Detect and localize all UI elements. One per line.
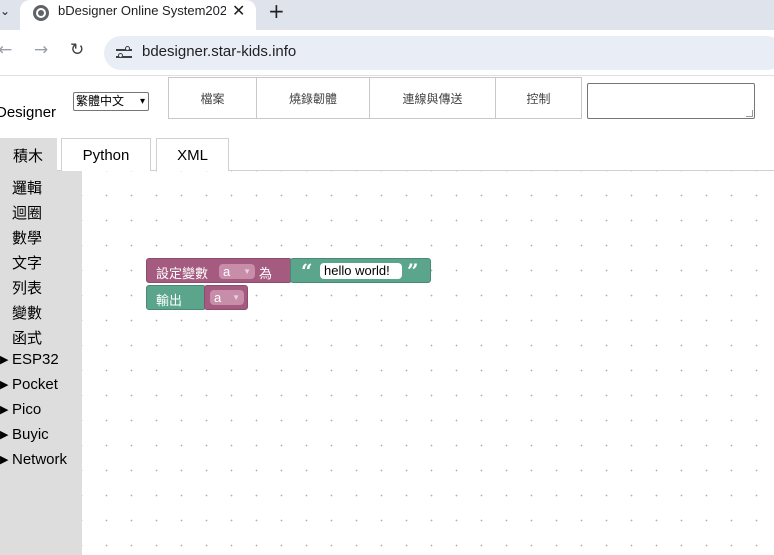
- category-math[interactable]: 數學: [12, 227, 42, 248]
- category-esp32[interactable]: ESP32: [12, 351, 59, 368]
- category-pocket[interactable]: Pocket: [12, 376, 58, 393]
- variable-name: a: [214, 290, 222, 305]
- category-lists[interactable]: 列表: [12, 277, 42, 298]
- category-buyic[interactable]: Buyic: [12, 426, 49, 443]
- tab-xml[interactable]: XML: [156, 138, 229, 171]
- tab-blocks[interactable]: 積木: [0, 138, 57, 171]
- tab-search-icon[interactable]: ⌄: [0, 0, 14, 24]
- forward-arrow-icon[interactable]: →: [34, 40, 48, 60]
- language-select[interactable]: 繁體中文 ▾: [73, 92, 149, 111]
- view-tabs: 積木 Python XML: [0, 138, 774, 171]
- reload-icon[interactable]: ↻: [70, 40, 84, 60]
- dropdown-arrow-icon: ▼: [243, 267, 251, 276]
- expand-arrow-icon[interactable]: ▶: [0, 403, 8, 416]
- close-quote-icon: ”: [407, 259, 419, 283]
- variable-getter-block[interactable]: a ▼: [204, 285, 248, 310]
- menu-flash-firmware[interactable]: 燒錄韌體: [257, 78, 370, 118]
- category-variables[interactable]: 變數: [12, 302, 42, 323]
- back-arrow-icon[interactable]: ←: [0, 40, 12, 60]
- url-text[interactable]: bdesigner.star-kids.info: [142, 43, 296, 60]
- menu-connect-transfer[interactable]: 連線與傳送: [370, 78, 496, 118]
- category-text[interactable]: 文字: [12, 252, 42, 273]
- expand-arrow-icon[interactable]: ▶: [0, 428, 8, 441]
- browser-tabstrip: ⌄ bDesigner Online System2025 ✕ +: [0, 0, 774, 30]
- menu-file[interactable]: 檔案: [169, 78, 257, 118]
- category-functions[interactable]: 函式: [12, 327, 42, 348]
- dropdown-arrow-icon: ▼: [232, 293, 240, 302]
- string-field[interactable]: hello world!: [320, 263, 402, 279]
- expand-arrow-icon[interactable]: ▶: [0, 453, 8, 466]
- category-network[interactable]: Network: [12, 451, 67, 468]
- category-logic[interactable]: 邏輯: [12, 177, 42, 198]
- language-value: 繁體中文: [76, 94, 125, 108]
- expand-arrow-icon[interactable]: ▶: [0, 378, 8, 391]
- globe-icon: [33, 5, 49, 21]
- assign-label: 為: [259, 266, 273, 281]
- browser-toolbar: ← → ↻ bdesigner.star-kids.info: [0, 30, 774, 76]
- category-loops[interactable]: 迴圈: [12, 202, 42, 223]
- new-tab-icon[interactable]: +: [268, 0, 285, 23]
- address-bar[interactable]: bdesigner.star-kids.info: [104, 36, 774, 70]
- block-toolbox: 邏輯 迴圈 數學 文字 列表 變數 函式 ▶ ESP32 ▶ Pocket ▶ …: [0, 171, 82, 555]
- chevron-down-icon: ▾: [139, 96, 145, 107]
- set-variable-block[interactable]: 設定變數 a ▼ 為: [146, 258, 292, 283]
- print-label: 輸出: [156, 293, 183, 308]
- site-info-icon[interactable]: [116, 45, 132, 61]
- expand-arrow-icon[interactable]: ▶: [0, 353, 8, 366]
- variable-dropdown[interactable]: a ▼: [210, 290, 244, 305]
- category-pico[interactable]: Pico: [12, 401, 41, 418]
- block-workspace[interactable]: [82, 171, 774, 555]
- print-block[interactable]: 輸出: [146, 285, 206, 310]
- browser-tab[interactable]: bDesigner Online System2025 ✕: [20, 0, 256, 30]
- menu-bar: 檔案 燒錄韌體 連線與傳送 控制: [168, 77, 582, 119]
- open-quote-icon: “: [301, 259, 313, 283]
- tab-title: bDesigner Online System2025: [58, 3, 226, 18]
- resize-grip-icon[interactable]: [746, 110, 753, 117]
- tab-python[interactable]: Python: [61, 138, 151, 171]
- text-block[interactable]: “ hello world! ”: [290, 258, 431, 283]
- output-textarea[interactable]: [587, 83, 755, 119]
- variable-dropdown[interactable]: a ▼: [219, 264, 255, 279]
- app-title: Designer: [0, 104, 57, 121]
- variable-name: a: [223, 264, 231, 279]
- set-variable-label: 設定變數: [156, 266, 209, 281]
- close-tab-icon[interactable]: ✕: [232, 1, 245, 20]
- menu-control[interactable]: 控制: [496, 78, 581, 118]
